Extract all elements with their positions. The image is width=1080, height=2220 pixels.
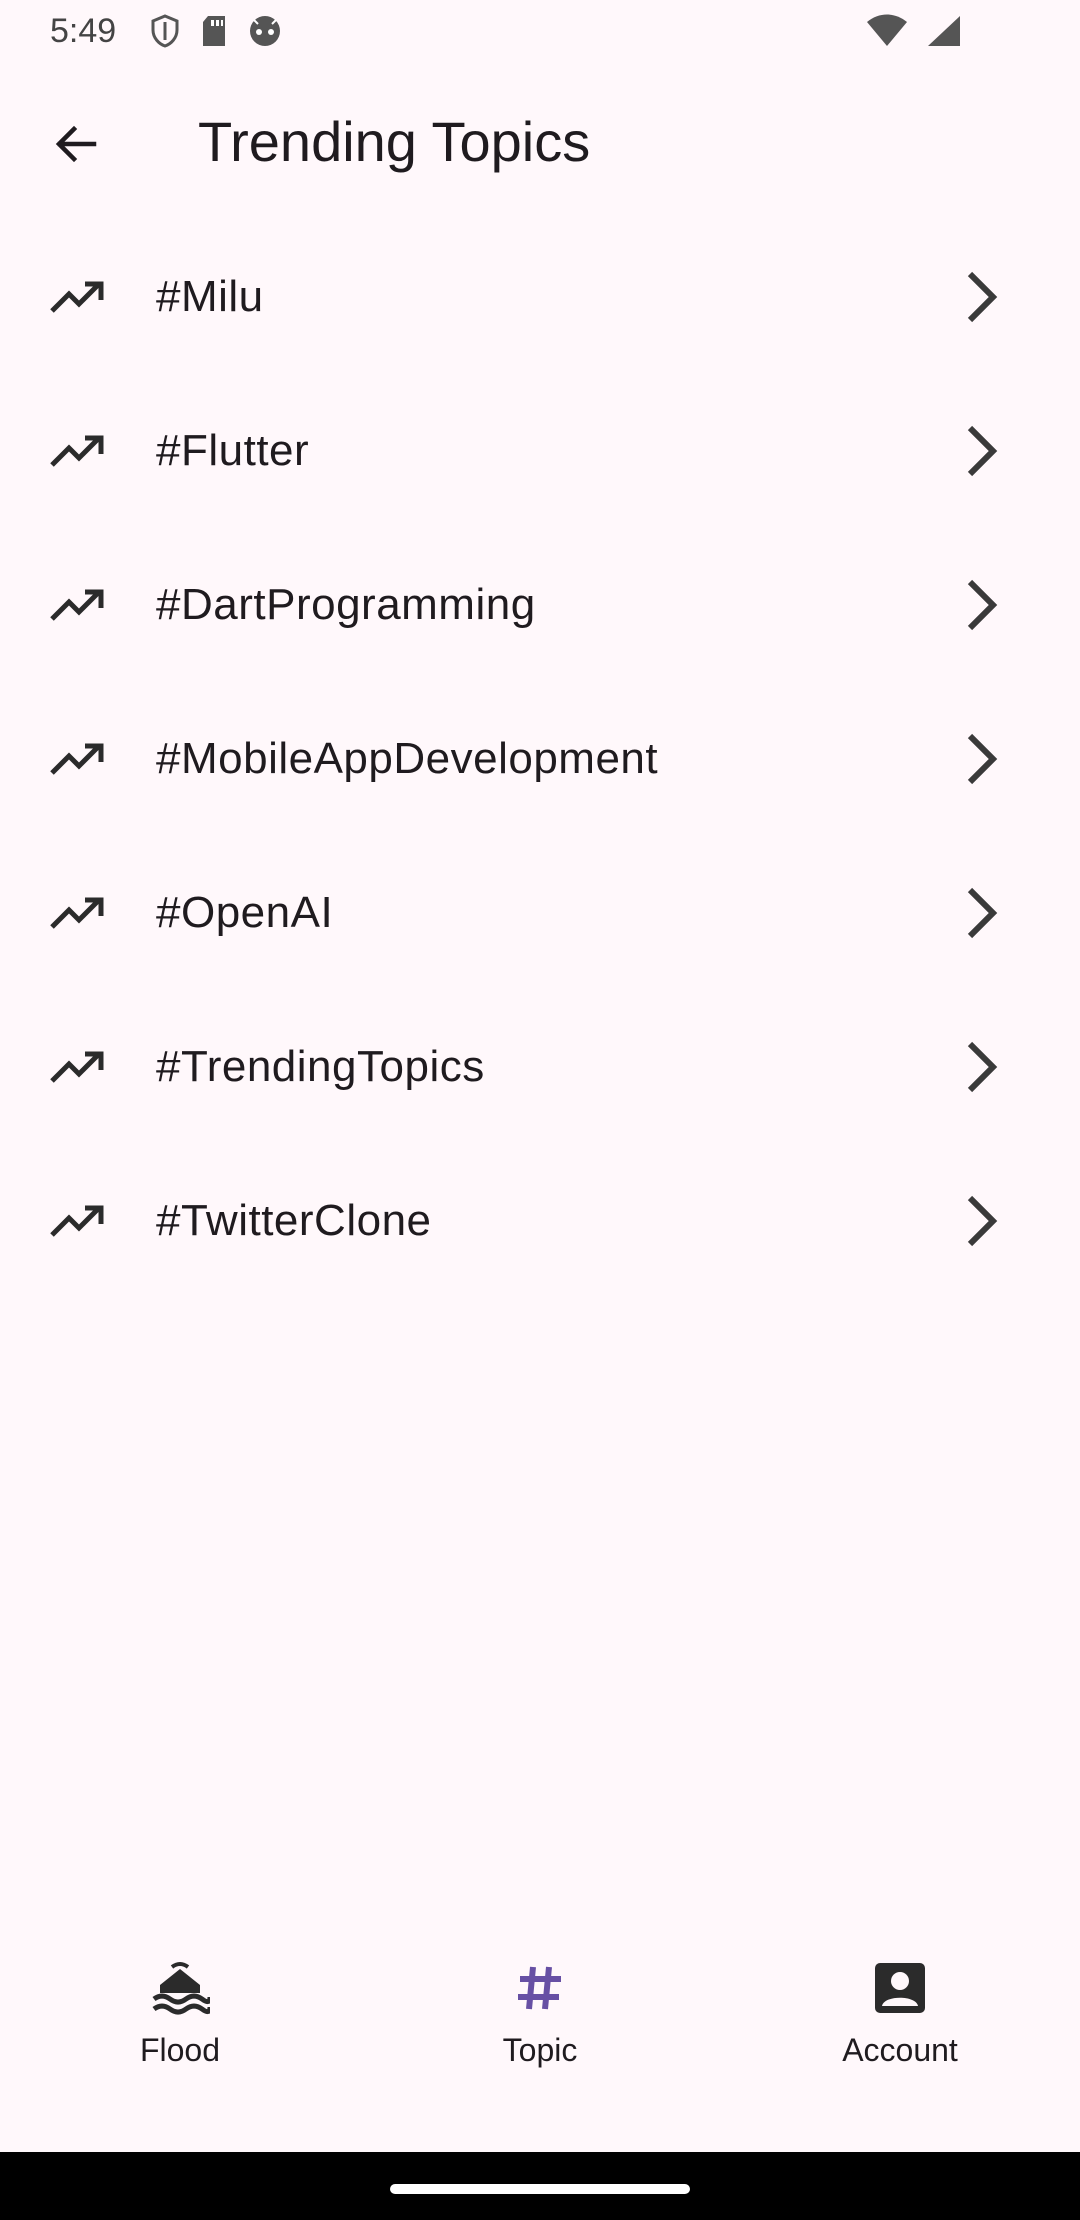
trending-up-icon — [48, 1037, 108, 1097]
topic-list-item[interactable]: #Milu — [0, 220, 1080, 374]
chevron-right-icon — [952, 1191, 1012, 1251]
topic-label: #MobileAppDevelopment — [156, 734, 659, 783]
topic-list-item[interactable]: #OpenAI — [0, 836, 1080, 990]
flood-icon — [144, 1958, 216, 2018]
page-title: Trending Topics — [198, 110, 591, 173]
nav-label-flood: Flood — [139, 2032, 221, 2068]
screen: 5:49 Trending Topics #Milu #Flutter #Dar… — [0, 0, 1080, 2220]
system-gesture-area — [0, 2152, 1080, 2220]
app-bar: Trending Topics — [0, 90, 1080, 194]
topic-label: #TrendingTopics — [156, 1042, 485, 1091]
trending-up-icon — [48, 575, 108, 635]
nav-label-topic: Topic — [502, 2032, 578, 2068]
account-box-icon — [864, 1958, 936, 2018]
chevron-right-icon — [952, 575, 1012, 635]
trending-up-icon — [48, 883, 108, 943]
back-button[interactable] — [40, 110, 112, 182]
trending-up-icon — [48, 1191, 108, 1251]
signal-icon — [926, 14, 962, 48]
topic-label: #OpenAI — [156, 888, 334, 937]
sd-card-icon — [200, 15, 228, 47]
topic-list-item[interactable]: #DartProgramming — [0, 528, 1080, 682]
chevron-right-icon — [952, 1037, 1012, 1097]
status-icons-left — [150, 14, 282, 48]
bottom-navigation: Flood Topic Account — [0, 1924, 1080, 2152]
topic-label: #Flutter — [156, 426, 310, 475]
home-gesture-handle[interactable] — [390, 2184, 690, 2194]
wifi-icon — [866, 14, 908, 48]
topic-list-item[interactable]: #Flutter — [0, 374, 1080, 528]
nav-item-account[interactable]: Account — [720, 1924, 1080, 2152]
topic-list-item[interactable]: #TrendingTopics — [0, 990, 1080, 1144]
trending-up-icon — [48, 729, 108, 789]
topic-list: #Milu #Flutter #DartProgramming #MobileA… — [0, 220, 1080, 1298]
trending-up-icon — [48, 421, 108, 481]
topic-label: #Milu — [156, 272, 264, 321]
nav-label-account: Account — [842, 2032, 958, 2068]
chevron-right-icon — [952, 421, 1012, 481]
chevron-right-icon — [952, 729, 1012, 789]
status-bar: 5:49 — [0, 0, 1080, 66]
chevron-right-icon — [952, 883, 1012, 943]
topic-label: #DartProgramming — [156, 580, 536, 629]
hashtag-icon — [504, 1958, 576, 2018]
chevron-right-icon — [952, 267, 1012, 327]
nav-item-flood[interactable]: Flood — [0, 1924, 360, 2152]
trending-up-icon — [48, 267, 108, 327]
android-face-icon — [248, 14, 282, 48]
topic-list-item[interactable]: #TwitterClone — [0, 1144, 1080, 1298]
topic-list-item[interactable]: #MobileAppDevelopment — [0, 682, 1080, 836]
shield-icon — [150, 14, 180, 48]
status-icons-right — [866, 14, 962, 48]
status-time: 5:49 — [50, 12, 117, 50]
nav-item-topic[interactable]: Topic — [360, 1924, 720, 2152]
arrow-back-icon — [52, 120, 100, 173]
topic-label: #TwitterClone — [156, 1196, 432, 1245]
